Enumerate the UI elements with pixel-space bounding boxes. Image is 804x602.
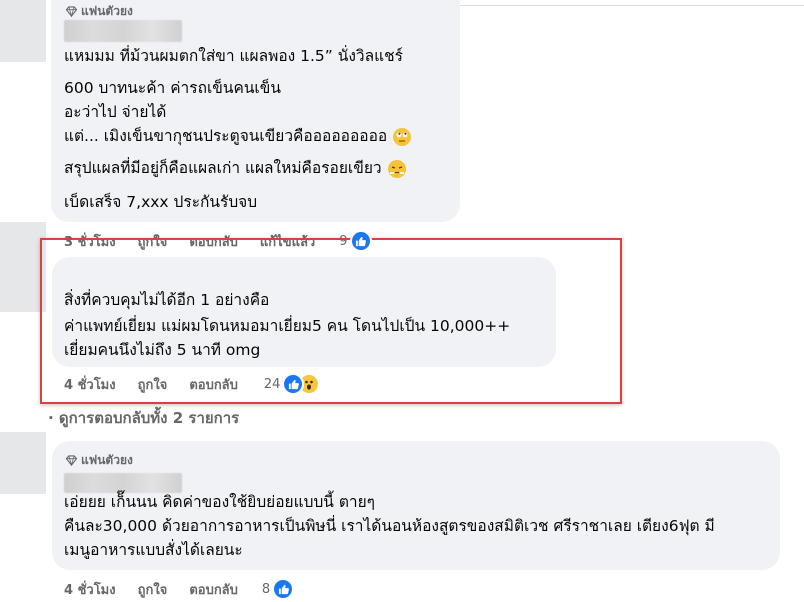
avatar[interactable] (0, 0, 46, 62)
comment-text: แหมมม ที่ม้วนผมตกใส่ขา แผลพอง 1.5” นั่งว… (64, 47, 403, 65)
diamond-icon (66, 455, 77, 466)
diamond-icon (66, 6, 77, 17)
comment-text: 600 บาทนะค้า ค่ารถเข็นคนเข็น (64, 79, 281, 97)
reply-button[interactable]: ตอบกลับ (189, 579, 238, 600)
fan-badge: แฟนตัวยง (66, 2, 133, 21)
comment-time[interactable]: 4 ชั่วโมง (64, 579, 116, 600)
view-more-replies-link[interactable]: · ดูการตอบกลับทั้ง 2 รายการ (48, 406, 239, 430)
commenter-name[interactable] (64, 20, 182, 42)
comment-actions: 4 ชั่วโมง ถูกใจ ตอบกลับ 8 (64, 578, 295, 600)
highlight-box (40, 238, 622, 404)
like-button[interactable]: ถูกใจ (138, 579, 168, 600)
commenter-name[interactable] (64, 473, 182, 493)
comment-text: สรุปแผลที่มีอยู่ก็คือแผลเก่า แผลใหม่คือร… (64, 158, 406, 178)
divider (460, 5, 804, 6)
like-reaction-icon[interactable] (349, 230, 372, 252)
comment-text: เมนูอาหารแบบสั่งได้เลยนะ (64, 541, 243, 559)
like-reaction-icon[interactable] (272, 578, 295, 600)
comment-text: อะว่าไป จ่ายได้ (64, 103, 167, 121)
comment-text: แต่... เมิงเข็นขากุชนประตูจนเขียวคือออออ… (64, 126, 412, 146)
badge-label: แฟนตัวยง (81, 453, 133, 467)
reaction-count[interactable]: 8 (262, 582, 270, 597)
comment-text: คืนละ30,000 ด้วยอาการอาหารเป็นพิษนี่ เรา… (64, 517, 715, 535)
comment-text: เอ่ยยย เก็๊นนน คิดค่าของใช้ยิบย่อยแบบนี้… (64, 493, 376, 511)
face-with-steam-icon (387, 159, 406, 178)
comment-text: เบ็ดเสร็จ 7,xxx ประกันรับจบ (64, 193, 258, 211)
avatar[interactable] (0, 432, 46, 494)
face-with-rolling-eyes-icon (393, 127, 412, 146)
fan-badge: แฟนตัวยง (66, 451, 133, 470)
badge-label: แฟนตัวยง (81, 4, 133, 18)
